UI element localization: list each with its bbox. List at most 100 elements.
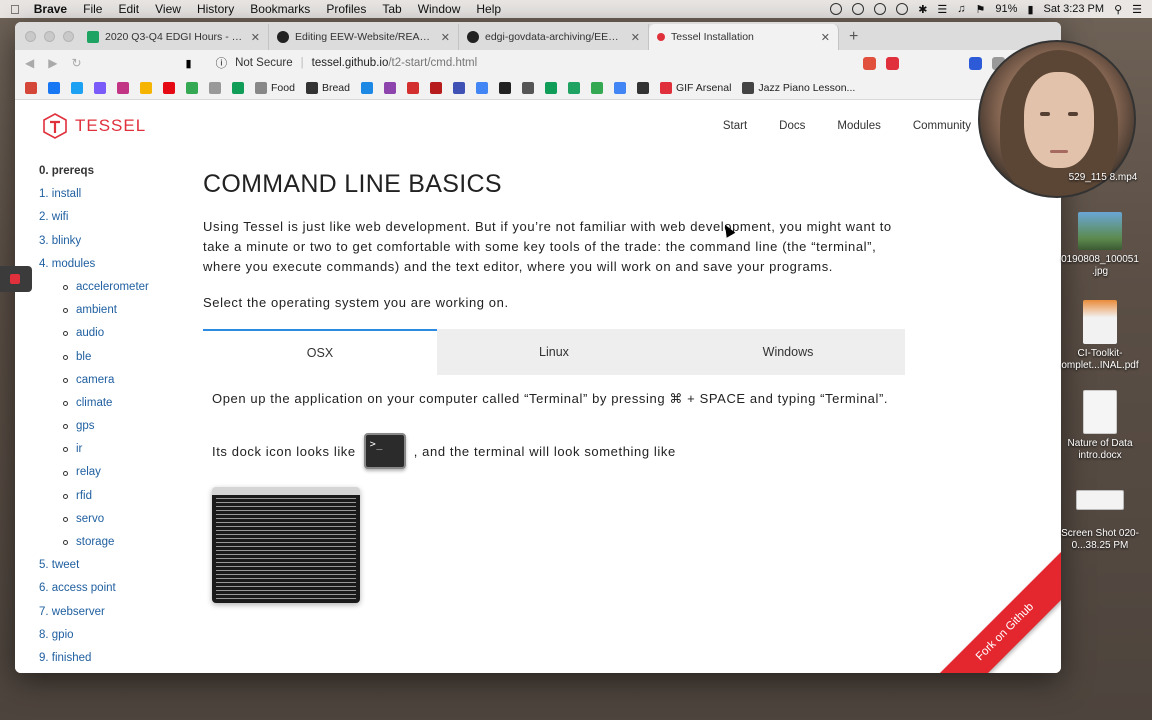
- nav-community[interactable]: Community: [913, 120, 971, 132]
- desktop-file-video[interactable]: 529_115 8.mp4: [1058, 172, 1148, 184]
- bookmark-item[interactable]: Jazz Piano Lesson...: [742, 81, 855, 94]
- sidebar-subitem[interactable]: audio: [39, 322, 189, 345]
- desktop-file-pdf[interactable]: CI-Toolkit- omplet...INAL.pdf: [1055, 300, 1145, 372]
- info-icon[interactable]: ⓘ: [216, 55, 228, 71]
- menu-clock[interactable]: Sat 3:23 PM: [1044, 3, 1105, 15]
- bookmark-item[interactable]: GIF Arsenal: [659, 81, 731, 94]
- notification-center-icon[interactable]: ☰: [1132, 3, 1142, 16]
- bookmark-item[interactable]: [567, 81, 580, 94]
- battery-percent[interactable]: 91%: [995, 3, 1017, 15]
- sidebar-subitem[interactable]: storage: [39, 531, 189, 554]
- flag-icon[interactable]: ⚑: [976, 3, 986, 16]
- bookmark-item[interactable]: [94, 81, 106, 94]
- bluetooth-icon[interactable]: ✱: [918, 3, 927, 16]
- menu-bookmarks[interactable]: Bookmarks: [250, 2, 310, 16]
- close-window-button[interactable]: [25, 31, 36, 42]
- menu-window[interactable]: Window: [418, 2, 461, 16]
- bookmark-item[interactable]: [25, 81, 37, 94]
- sidebar-item[interactable]: 6. access point: [39, 577, 189, 600]
- extension-icon[interactable]: [969, 56, 982, 70]
- close-tab-icon[interactable]: ✕: [441, 31, 450, 44]
- bookmark-item[interactable]: [590, 81, 603, 94]
- bookmark-item[interactable]: Bread: [305, 81, 350, 94]
- nav-start[interactable]: Start: [723, 120, 747, 132]
- bookmark-item[interactable]: [71, 81, 83, 94]
- brave-rewards-icon[interactable]: [886, 56, 899, 70]
- sidebar-subitem[interactable]: climate: [39, 392, 189, 415]
- zoom-window-button[interactable]: [63, 31, 74, 42]
- sidebar-subitem[interactable]: relay: [39, 461, 189, 484]
- desktop-file-photo[interactable]: 0190808_100051 .jpg: [1055, 212, 1145, 278]
- minimize-window-button[interactable]: [44, 31, 55, 42]
- bookmark-item[interactable]: [544, 81, 557, 94]
- bookmark-item[interactable]: [163, 81, 175, 94]
- nav-modules[interactable]: Modules: [837, 120, 880, 132]
- time-machine-icon[interactable]: [874, 3, 887, 15]
- wifi-icon[interactable]: ☰: [937, 3, 947, 16]
- browser-tab[interactable]: Editing EEW-Website/README.r ✕: [269, 24, 459, 50]
- back-icon[interactable]: ◀: [25, 56, 34, 70]
- menu-file[interactable]: File: [83, 2, 102, 16]
- bookmark-item[interactable]: [521, 81, 534, 94]
- menu-tab[interactable]: Tab: [382, 2, 401, 16]
- bookmark-item[interactable]: [406, 81, 419, 94]
- desktop-file-screenshot[interactable]: Screen Shot 020-0...38.25 PM: [1055, 478, 1145, 552]
- tab-windows[interactable]: Windows: [671, 329, 905, 375]
- status-icon[interactable]: [852, 3, 865, 15]
- menu-app-name[interactable]: Brave: [34, 2, 67, 16]
- bookmark-item[interactable]: Food: [255, 81, 295, 94]
- tab-linux[interactable]: Linux: [437, 329, 671, 375]
- bookmark-item[interactable]: [636, 81, 649, 94]
- bookmark-item[interactable]: [48, 81, 60, 94]
- sidebar-subitem[interactable]: ambient: [39, 299, 189, 322]
- apple-icon[interactable]: : [10, 2, 20, 17]
- sidebar-item[interactable]: 4. modules: [39, 253, 189, 276]
- sidebar-item[interactable]: 7. webserver: [39, 601, 189, 624]
- sidebar-subitem[interactable]: accelerometer: [39, 276, 189, 299]
- browser-tab[interactable]: 2020 Q3-Q4 EDGI Hours - Goog ✕: [79, 24, 269, 50]
- sidebar-item[interactable]: 0. prereqs: [39, 160, 189, 183]
- menu-view[interactable]: View: [155, 2, 181, 16]
- bookmark-item[interactable]: [232, 81, 244, 94]
- bookmark-item[interactable]: [498, 81, 511, 94]
- sidebar-item[interactable]: 5. tweet: [39, 554, 189, 577]
- fork-on-github-ribbon[interactable]: Fork on Github: [922, 549, 1061, 673]
- address-bar[interactable]: ⓘ Not Secure | tessel.github.io/t2-start…: [206, 53, 849, 73]
- status-icon[interactable]: [830, 3, 843, 15]
- new-tab-button[interactable]: +: [849, 28, 858, 46]
- sidebar-item[interactable]: 9. finished: [39, 647, 189, 670]
- close-tab-icon[interactable]: ✕: [821, 31, 830, 44]
- bookmark-item[interactable]: [140, 81, 152, 94]
- sidebar-item[interactable]: 2. wifi: [39, 206, 189, 229]
- spotlight-icon[interactable]: ⚲: [1114, 3, 1122, 16]
- sidebar-subitem[interactable]: camera: [39, 369, 189, 392]
- tessel-logo[interactable]: TESSEL: [41, 112, 146, 140]
- forward-icon[interactable]: ▶: [48, 56, 57, 70]
- brave-shields-icon[interactable]: [863, 56, 876, 70]
- desktop-file-docx[interactable]: Nature of Data intro.docx: [1055, 390, 1145, 462]
- browser-tab[interactable]: edgi-govdata-archiving/EEW-W ✕: [459, 24, 649, 50]
- close-tab-icon[interactable]: ✕: [631, 31, 640, 44]
- sidebar-subitem[interactable]: servo: [39, 508, 189, 531]
- sidebar-item[interactable]: 8. gpio: [39, 624, 189, 647]
- bookmark-item[interactable]: [475, 81, 488, 94]
- bookmark-item[interactable]: [429, 81, 442, 94]
- recording-indicator[interactable]: [0, 266, 32, 292]
- nav-docs[interactable]: Docs: [779, 120, 805, 132]
- sidebar-subitem[interactable]: gps: [39, 415, 189, 438]
- bookmark-item[interactable]: [360, 81, 373, 94]
- bookmark-icon[interactable]: ▮: [186, 57, 192, 70]
- bookmark-item[interactable]: [383, 81, 396, 94]
- menu-profiles[interactable]: Profiles: [326, 2, 366, 16]
- sidebar-subitem[interactable]: ir: [39, 438, 189, 461]
- sidebar-item[interactable]: 3. blinky: [39, 230, 189, 253]
- menu-help[interactable]: Help: [476, 2, 501, 16]
- sidebar-item[interactable]: 1. install: [39, 183, 189, 206]
- bookmark-item[interactable]: [613, 81, 626, 94]
- menu-history[interactable]: History: [197, 2, 234, 16]
- menu-edit[interactable]: Edit: [118, 2, 139, 16]
- bookmark-item[interactable]: [209, 81, 221, 94]
- bookmark-item[interactable]: [452, 81, 465, 94]
- bookmark-item[interactable]: [117, 81, 129, 94]
- sidebar-subitem[interactable]: rfid: [39, 485, 189, 508]
